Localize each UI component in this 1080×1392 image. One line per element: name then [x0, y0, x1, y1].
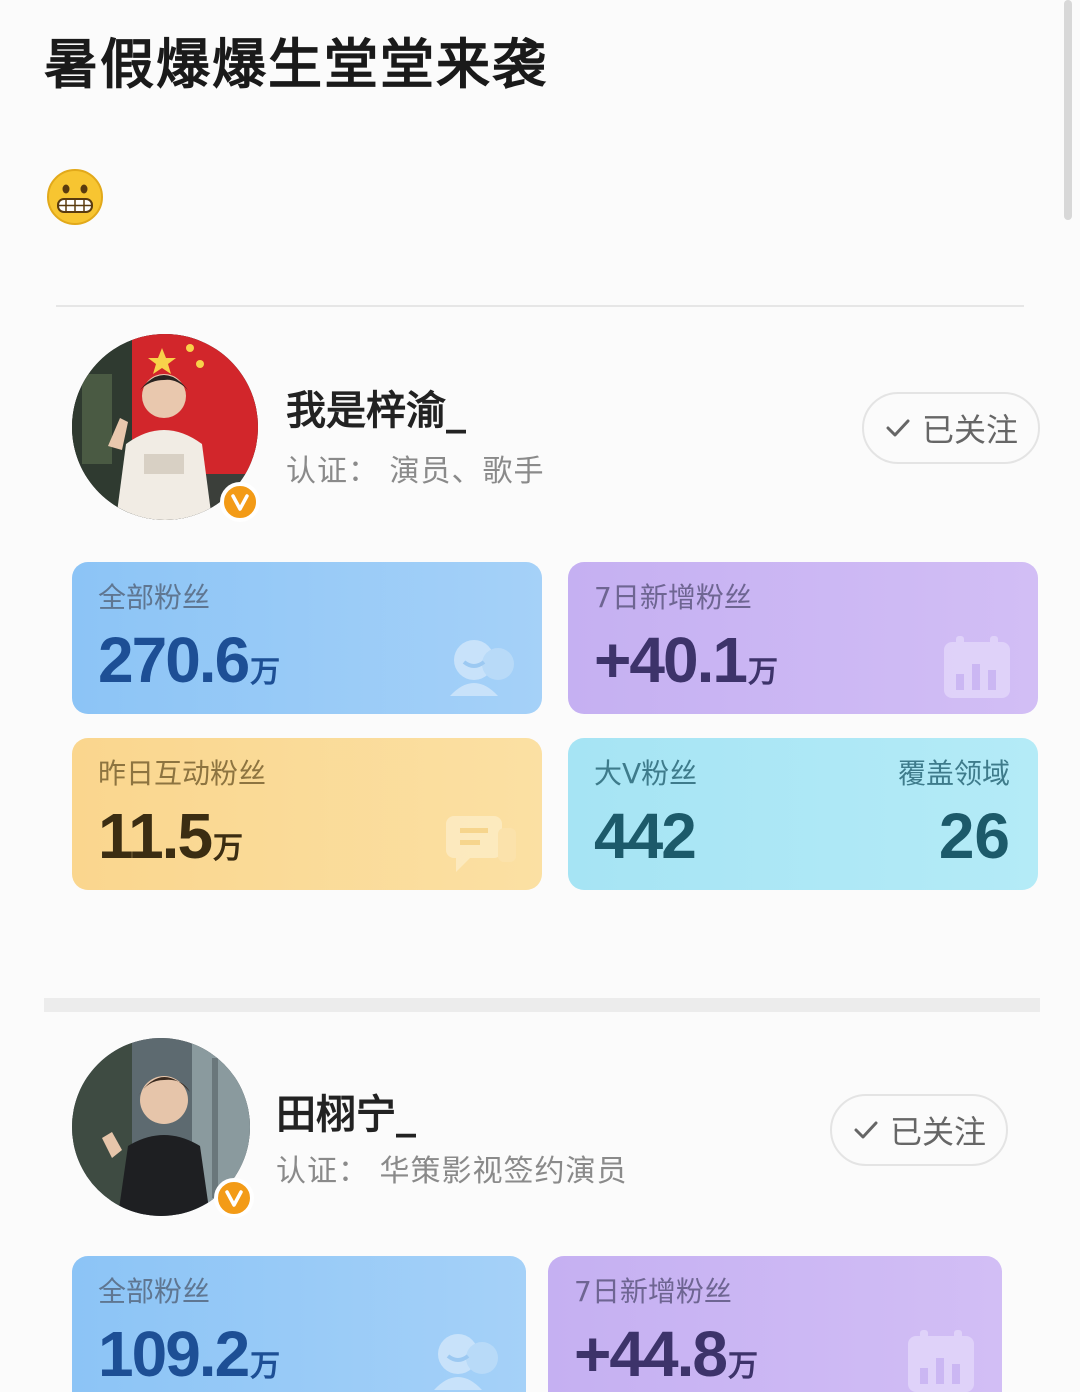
fans-group-icon [434, 1334, 498, 1390]
interactive-fans-label: 昨日互动粉丝 [98, 757, 267, 790]
following-label: 已关注 [889, 1113, 986, 1151]
interactive-fans-value: 11.5万 [98, 800, 244, 872]
calendar-chart-icon [908, 1330, 974, 1392]
verified-badge-icon [214, 1178, 254, 1218]
new-fans-7d-label: 7日新增粉丝 [594, 581, 752, 614]
divider [56, 305, 1024, 307]
total-fans-card[interactable]: 全部粉丝 270.6万 [72, 562, 542, 714]
certification-text: 认证： 华策影视签约演员 [276, 1154, 628, 1189]
check-icon [886, 419, 910, 437]
following-button[interactable]: 已关注 [862, 392, 1040, 464]
interactive-fans-card[interactable]: 昨日互动粉丝 11.5万 [72, 738, 542, 890]
total-fans-label: 全部粉丝 [98, 581, 211, 614]
total-fans-label: 全部粉丝 [98, 1275, 211, 1308]
total-fans-value: 109.2万 [98, 1318, 281, 1390]
calendar-chart-icon [944, 636, 1010, 698]
profile-name[interactable]: 田栩宁_ [276, 1082, 416, 1140]
bigv-fans-card[interactable]: 大V粉丝 覆盖领域 442 26 [568, 738, 1038, 890]
following-label: 已关注 [921, 411, 1018, 449]
profile-name[interactable]: 我是梓渝_ [286, 378, 466, 436]
new-fans-7d-card[interactable]: 7日新增粉丝 +40.1万 [568, 562, 1038, 714]
check-icon [854, 1121, 878, 1139]
new-fans-7d-label: 7日新增粉丝 [574, 1275, 732, 1308]
chat-bubble-icon [446, 816, 516, 872]
new-fans-7d-value: +44.8万 [574, 1318, 758, 1390]
post-title: 暑假爆爆生堂堂来袭 [44, 33, 548, 96]
total-fans-value: 270.6万 [98, 624, 281, 696]
verified-badge-icon [220, 482, 260, 522]
total-fans-card[interactable]: 全部粉丝 109.2万 [72, 1256, 526, 1392]
bigv-fans-label: 大V粉丝 [594, 757, 698, 790]
fans-group-icon [450, 640, 514, 696]
following-button[interactable]: 已关注 [830, 1094, 1008, 1166]
coverage-value: 26 [938, 800, 1010, 872]
new-fans-7d-value: +40.1万 [594, 624, 778, 696]
post-page: 暑假爆爆生堂堂来袭 我是梓渝_ 认证： 演员、歌手 已关注 全部粉丝 270.6… [0, 0, 1080, 1392]
new-fans-7d-card[interactable]: 7日新增粉丝 +44.8万 [548, 1256, 1002, 1392]
bigv-fans-value: 442 [594, 800, 697, 872]
coverage-label: 覆盖领域 [897, 757, 1010, 790]
section-divider [44, 998, 1040, 1012]
grimacing-face-emoji [46, 168, 104, 226]
scrollbar[interactable] [1064, 0, 1072, 220]
certification-text: 认证： 演员、歌手 [286, 454, 545, 489]
